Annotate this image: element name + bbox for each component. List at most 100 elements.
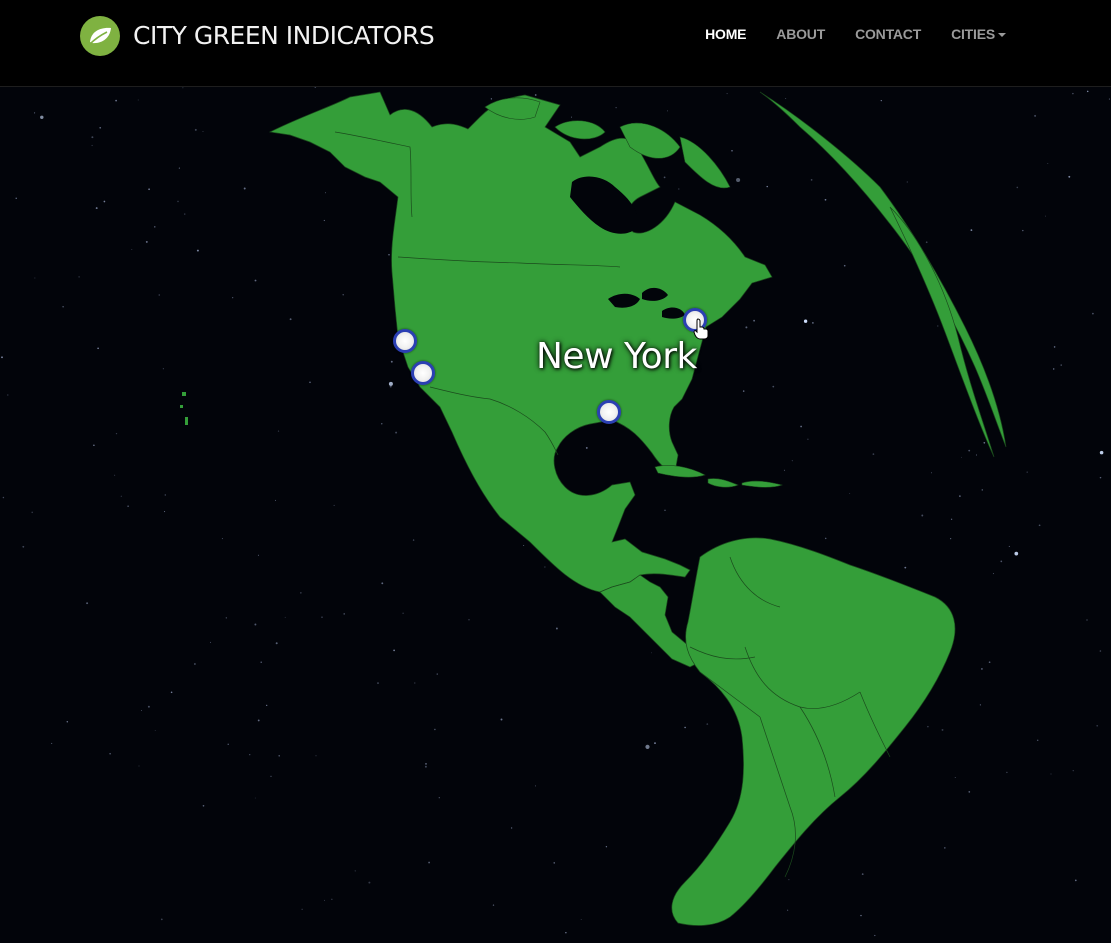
star <box>389 385 392 388</box>
star <box>395 431 398 434</box>
star <box>824 537 827 540</box>
star <box>323 219 325 222</box>
star <box>943 847 946 849</box>
star <box>154 226 156 228</box>
star <box>300 592 302 594</box>
star <box>553 862 555 864</box>
star <box>15 197 17 199</box>
globe-map[interactable] <box>0 87 1111 943</box>
star <box>904 566 907 569</box>
star <box>930 472 933 474</box>
star <box>93 444 95 447</box>
star <box>343 613 345 615</box>
star <box>615 106 617 109</box>
star <box>1036 739 1039 742</box>
pacific-islands <box>180 392 188 425</box>
star <box>906 181 908 183</box>
star <box>534 94 537 96</box>
star <box>664 509 666 511</box>
nav-about[interactable]: ABOUT <box>776 26 825 42</box>
star <box>436 673 438 675</box>
star <box>145 240 148 243</box>
star <box>880 99 882 102</box>
star <box>1050 773 1052 775</box>
star <box>7 394 9 396</box>
star <box>91 136 94 139</box>
star <box>950 538 952 540</box>
star <box>849 492 851 494</box>
nav-contact[interactable]: CONTACT <box>855 26 921 42</box>
star <box>315 755 317 757</box>
star <box>745 326 748 329</box>
star <box>490 98 493 100</box>
star <box>158 294 160 296</box>
star <box>1099 650 1102 652</box>
star <box>232 297 234 299</box>
city-marker-new-orleans-area[interactable] <box>597 400 621 424</box>
star <box>950 518 953 520</box>
star <box>2 496 5 499</box>
star <box>1074 879 1077 882</box>
brand[interactable]: CITY GREEN INDICATORS <box>80 16 435 56</box>
star <box>99 126 102 129</box>
star <box>164 511 166 513</box>
star <box>1099 476 1102 479</box>
star <box>684 726 686 729</box>
star <box>1086 619 1088 621</box>
globe-viewport[interactable] <box>0 87 1111 943</box>
star <box>992 573 994 575</box>
star <box>22 545 25 548</box>
star <box>225 617 227 619</box>
star <box>434 728 436 731</box>
south-america <box>671 537 956 926</box>
star <box>937 325 939 327</box>
star <box>742 390 745 392</box>
star <box>131 249 133 251</box>
star <box>196 249 199 252</box>
star <box>678 188 680 190</box>
star <box>342 293 344 296</box>
city-marker-seattle-area[interactable] <box>393 329 417 353</box>
star <box>570 116 573 118</box>
star <box>787 909 789 911</box>
star <box>1044 215 1047 217</box>
star <box>783 469 786 471</box>
star <box>301 908 303 910</box>
star <box>980 667 983 670</box>
navbar: CITY GREEN INDICATORS HOME ABOUT CONTACT… <box>0 0 1111 87</box>
star <box>736 177 741 183</box>
star <box>34 277 36 279</box>
star <box>523 545 525 546</box>
city-marker-san-francisco-area[interactable] <box>411 361 435 385</box>
star <box>393 649 395 652</box>
hand-pointer-icon <box>693 318 709 340</box>
star <box>500 718 503 721</box>
star <box>580 918 582 920</box>
star <box>921 514 924 517</box>
star <box>184 213 186 215</box>
star <box>1060 364 1062 366</box>
star <box>706 723 709 725</box>
star <box>1006 771 1008 774</box>
star <box>333 504 335 506</box>
star <box>788 879 790 881</box>
star <box>270 775 272 777</box>
star <box>160 918 163 921</box>
star <box>988 661 991 664</box>
star <box>872 453 875 455</box>
star <box>381 423 383 425</box>
star <box>66 721 69 723</box>
star <box>807 438 809 440</box>
star <box>555 627 558 630</box>
star <box>510 827 513 829</box>
star <box>91 144 93 147</box>
star <box>544 566 546 568</box>
nav-cities-dropdown[interactable]: CITIES <box>951 26 1006 42</box>
star <box>120 495 122 497</box>
caribbean-islands <box>654 465 784 488</box>
star <box>800 425 802 428</box>
star <box>148 188 150 191</box>
star <box>753 319 755 322</box>
star <box>1022 229 1024 232</box>
nav-home[interactable]: HOME <box>705 26 746 42</box>
